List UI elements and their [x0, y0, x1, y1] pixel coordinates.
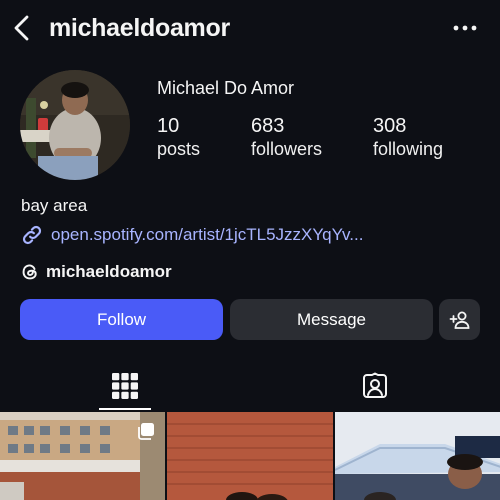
post-thumbnail[interactable]: [0, 412, 166, 500]
profile-tab-bar: [0, 360, 500, 412]
profile-link-text: open.spotify.com/artist/1jcTL5JzzXYqYv..…: [51, 225, 364, 244]
chevron-left-icon: [14, 15, 29, 41]
stat-followers[interactable]: 683 followers: [251, 115, 322, 160]
more-options-button[interactable]: [448, 14, 482, 42]
active-tab-indicator: [99, 408, 151, 410]
grid-icon: [112, 373, 138, 399]
profile-bio: bay area: [21, 196, 88, 215]
following-count: 308: [373, 115, 407, 137]
threads-icon: [22, 264, 37, 280]
posts-count: 10: [157, 115, 180, 137]
profile-avatar[interactable]: [20, 70, 130, 180]
link-icon: [22, 225, 42, 245]
following-label: following: [373, 139, 444, 159]
stat-following[interactable]: 308 following: [373, 115, 443, 160]
stat-posts[interactable]: 10 posts: [157, 115, 200, 160]
threads-handle: michaeldoamor: [46, 262, 172, 281]
multiple-photos-icon: [138, 423, 155, 440]
posts-label: posts: [157, 139, 201, 159]
tab-tagged[interactable]: [250, 360, 500, 412]
post-thumbnail[interactable]: [334, 412, 500, 500]
display-name: Michael Do Amor: [157, 78, 295, 98]
tagged-person-icon: [363, 372, 387, 398]
back-button[interactable]: [8, 12, 36, 44]
more-horizontal-icon: [453, 25, 477, 31]
tab-posts-grid[interactable]: [0, 360, 250, 412]
add-user-icon: [449, 311, 469, 329]
top-bar: michaeldoamor: [0, 0, 500, 56]
followers-count: 683: [251, 115, 285, 137]
posts-grid: [0, 412, 500, 500]
threads-badge[interactable]: michaeldoamor: [21, 262, 172, 282]
message-button[interactable]: Message: [230, 299, 433, 340]
followers-label: followers: [251, 139, 323, 159]
suggested-users-button[interactable]: [439, 299, 480, 340]
follow-button[interactable]: Follow: [20, 299, 223, 340]
post-thumbnail[interactable]: [167, 412, 333, 500]
profile-username-title: michaeldoamor: [49, 14, 230, 42]
profile-link[interactable]: open.spotify.com/artist/1jcTL5JzzXYqYv..…: [21, 224, 363, 246]
